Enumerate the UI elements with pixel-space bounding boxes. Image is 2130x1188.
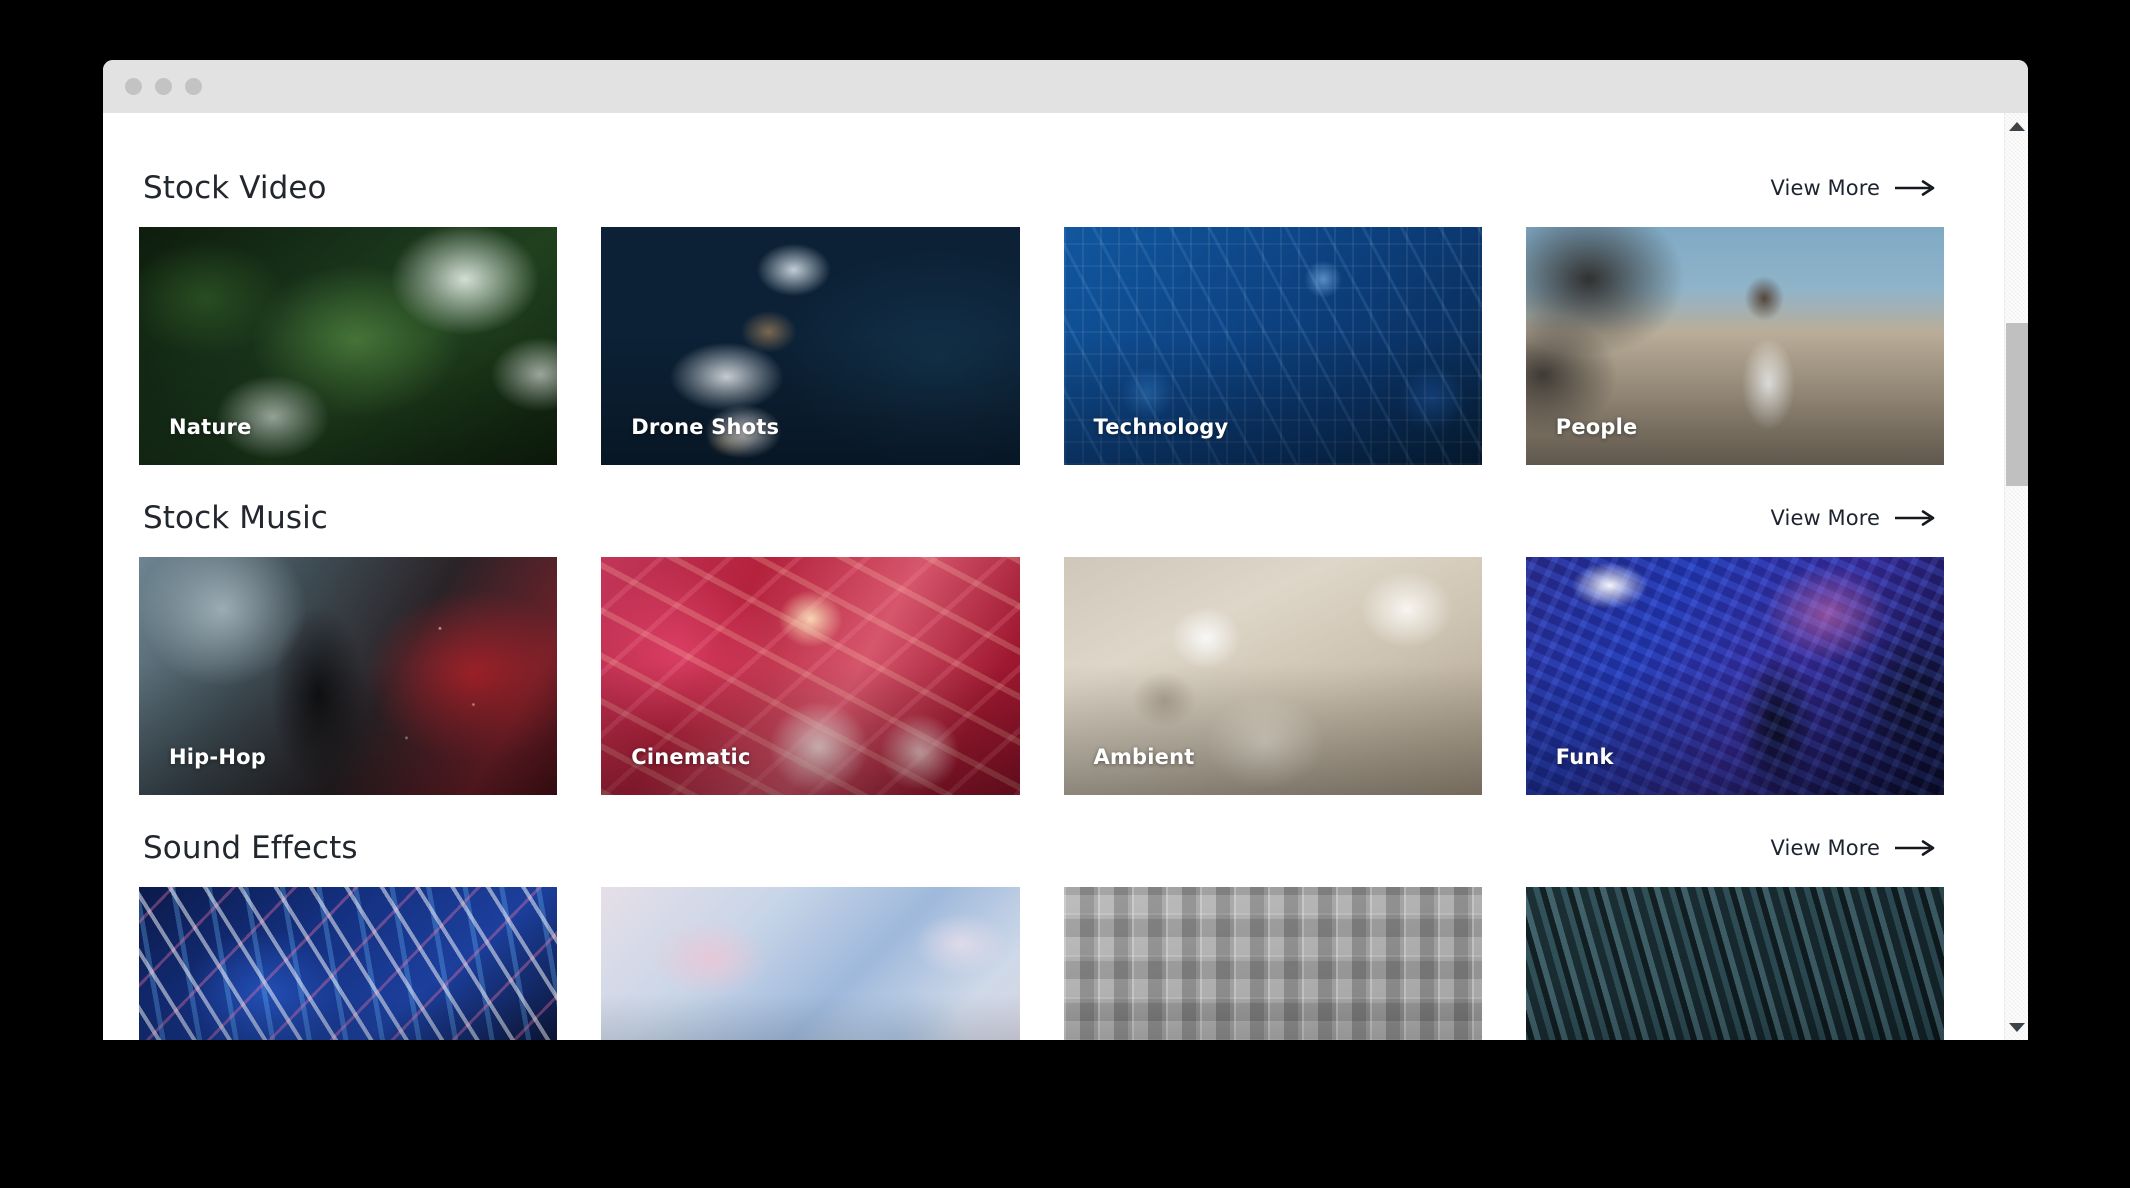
- category-card-nature[interactable]: Nature: [139, 227, 558, 466]
- card-label: People: [1555, 415, 1638, 440]
- view-more-link-sound-effects[interactable]: View More: [1771, 836, 1936, 860]
- card-gradient-overlay: [601, 887, 1020, 1040]
- section-header: Stock Video View More: [139, 171, 1944, 205]
- section-sound-effects: Sound Effects View More: [139, 831, 1944, 1040]
- vertical-scrollbar[interactable]: [2004, 113, 2028, 1040]
- card-gradient-overlay: [139, 887, 558, 1040]
- card-label: Nature: [169, 415, 252, 440]
- section-title-stock-music: Stock Music: [143, 500, 328, 537]
- card-label: Cinematic: [631, 745, 751, 770]
- section-stock-video: Stock Video View More Nature Drone Shots…: [139, 171, 1944, 466]
- category-browser: Stock Video View More Nature Drone Shots…: [103, 113, 2004, 1040]
- section-header: Stock Music View More: [139, 501, 1944, 535]
- arrow-right-icon: [1895, 840, 1935, 857]
- scroll-viewport: Stock Video View More Nature Drone Shots…: [103, 113, 2004, 1040]
- section-stock-music: Stock Music View More Hip-Hop Cinematic …: [139, 501, 1944, 796]
- card-label: Hip-Hop: [169, 745, 266, 770]
- card-grid-stock-music: Hip-Hop Cinematic Ambient Funk: [139, 557, 1944, 796]
- card-gradient-overlay: [1063, 887, 1482, 1040]
- view-more-link-stock-music[interactable]: View More: [1771, 506, 1936, 530]
- card-grid-stock-video: Nature Drone Shots Technology People: [139, 227, 1944, 466]
- card-label: Technology: [1093, 415, 1229, 440]
- arrow-right-icon: [1895, 180, 1935, 196]
- category-card-hip-hop[interactable]: Hip-Hop: [139, 557, 558, 796]
- screenshot-stage: Stock Video View More Nature Drone Shots…: [0, 0, 2130, 1188]
- maximize-dot-icon[interactable]: [185, 78, 202, 95]
- window-titlebar: [103, 60, 2028, 113]
- close-dot-icon[interactable]: [125, 78, 142, 95]
- category-card-technology[interactable]: Technology: [1063, 227, 1482, 466]
- category-card-sfx-3[interactable]: [1063, 887, 1482, 1040]
- category-card-funk[interactable]: Funk: [1525, 557, 1944, 796]
- category-card-sfx-1[interactable]: [139, 887, 558, 1040]
- section-header: Sound Effects View More: [139, 831, 1944, 865]
- card-grid-sound-effects: [139, 887, 1944, 1040]
- scrollbar-thumb[interactable]: [2006, 323, 2028, 486]
- caret-down-icon: [2008, 1022, 2025, 1032]
- category-card-cinematic[interactable]: Cinematic: [601, 557, 1020, 796]
- section-title-sound-effects: Sound Effects: [143, 830, 358, 867]
- minimize-dot-icon[interactable]: [155, 78, 172, 95]
- browser-window: Stock Video View More Nature Drone Shots…: [103, 60, 2028, 1040]
- scrollbar-up-button[interactable]: [2005, 115, 2028, 137]
- category-card-ambient[interactable]: Ambient: [1063, 557, 1482, 796]
- card-gradient-overlay: [1525, 887, 1944, 1040]
- card-label: Drone Shots: [631, 415, 780, 440]
- view-more-label: View More: [1770, 176, 1880, 201]
- category-card-people[interactable]: People: [1525, 227, 1944, 466]
- card-label: Ambient: [1093, 745, 1195, 770]
- scrollbar-down-button[interactable]: [2005, 1016, 2028, 1038]
- category-card-sfx-2[interactable]: [601, 887, 1020, 1040]
- category-card-drone-shots[interactable]: Drone Shots: [601, 227, 1020, 466]
- card-label: Funk: [1555, 745, 1614, 770]
- view-more-link-stock-video[interactable]: View More: [1771, 176, 1936, 200]
- arrow-right-icon: [1895, 510, 1935, 526]
- section-title-stock-video: Stock Video: [143, 170, 327, 206]
- view-more-label: View More: [1770, 506, 1880, 531]
- view-more-label: View More: [1770, 836, 1880, 861]
- caret-up-icon: [2008, 121, 2025, 131]
- category-card-sfx-4[interactable]: [1525, 887, 1944, 1040]
- window-content: Stock Video View More Nature Drone Shots…: [103, 113, 2028, 1040]
